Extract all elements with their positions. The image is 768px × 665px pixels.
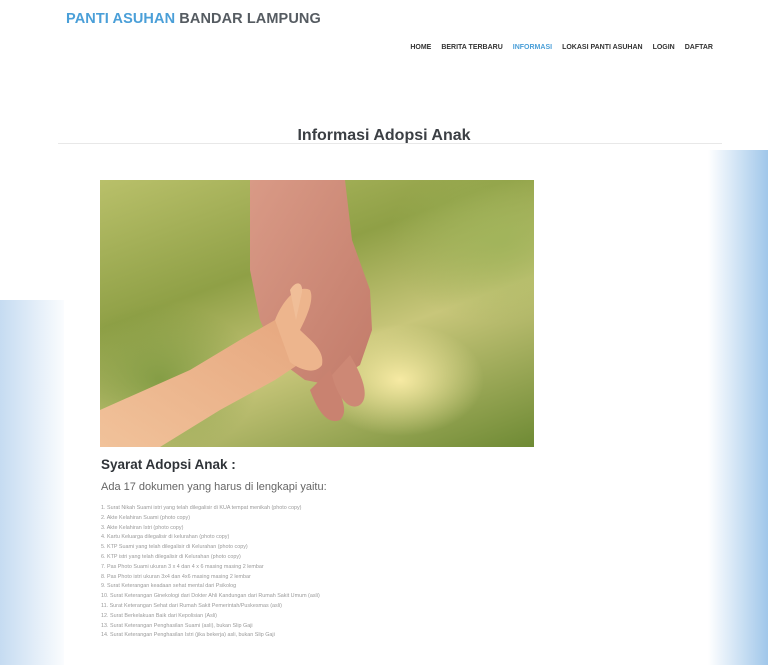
list-item: 10. Surat Keterangan Ginekologi dari Dok…: [101, 593, 320, 600]
nav-informasi[interactable]: INFORMASI: [513, 44, 552, 51]
requirements-heading: Syarat Adopsi Anak :: [101, 457, 236, 472]
list-item: 11. Surat Keterangan Sehat dari Rumah Sa…: [101, 602, 282, 609]
brand-part2: BANDAR LAMPUNG: [179, 11, 321, 27]
list-item: 5. KTP Suami yang telah dilegalisir di K…: [101, 544, 248, 551]
background-glow-right: [708, 150, 768, 665]
main-nav: HOME BERITA TERBARU INFORMASI LOKASI PAN…: [410, 44, 713, 51]
list-item: 4. Kartu Keluarga dilegalisir di kelurah…: [101, 534, 230, 541]
requirements-list: 1. Surat Nikah Suami istri yang telah di…: [101, 504, 320, 641]
requirements-intro: Ada 17 dokumen yang harus di lengkapi ya…: [101, 481, 327, 493]
nav-login[interactable]: LOGIN: [653, 44, 675, 51]
adoption-hands-photo: [100, 180, 534, 447]
nav-home[interactable]: HOME: [410, 44, 431, 51]
list-item: 2. Akte Kelahiran Suami (photo copy): [101, 514, 190, 521]
list-item: 6. KTP istri yang telah dilegalisir di K…: [101, 553, 241, 560]
list-item: 13. Surat Keterangan Penghasilan Suami (…: [101, 622, 253, 629]
nav-lokasi-panti-asuhan[interactable]: LOKASI PANTI ASUHAN: [562, 44, 643, 51]
brand-part1: PANTI ASUHAN: [66, 11, 176, 27]
site-logo[interactable]: PANTI ASUHAN BANDAR LAMPUNG: [66, 11, 321, 27]
list-item: 1. Surat Nikah Suami istri yang telah di…: [101, 505, 302, 511]
background-glow-left: [0, 300, 70, 665]
list-item: 7. Pas Photo Suami ukuran 3 x 4 dan 4 x …: [101, 563, 264, 570]
list-item: 9. Surat Keterangan keadaan sehat mental…: [101, 583, 237, 590]
title-divider: [58, 143, 722, 144]
list-item: 12. Surat Berkelakuan Baik dari Kepolisi…: [101, 612, 217, 619]
list-item: 3. Akte Kelahiran Istri (photo copy): [101, 524, 184, 531]
nav-daftar[interactable]: DAFTAR: [685, 44, 713, 51]
list-item: 8. Pas Photo istri ukuran 3x4 dan 4x6 ma…: [101, 573, 251, 580]
list-item: 14. Surat Keterangan Penghasilan Istri (…: [101, 632, 275, 639]
hands-illustration: [100, 180, 372, 447]
nav-berita-terbaru[interactable]: BERITA TERBARU: [441, 44, 502, 51]
